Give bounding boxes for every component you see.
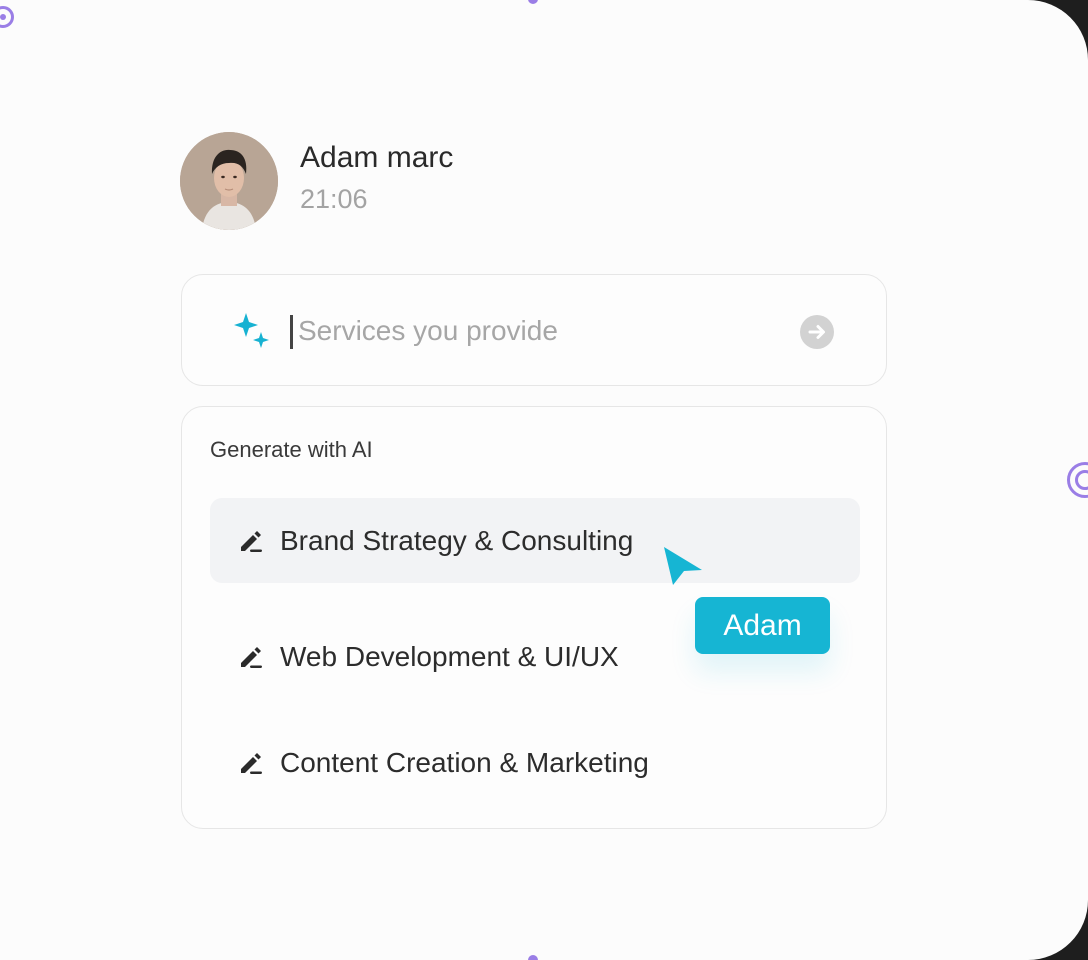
canvas: Adam marc 21:06 Generate with AI Brand S… [0,0,1088,960]
services-input[interactable] [298,309,778,353]
profile-time: 21:06 [300,184,368,214]
selection-handle-bottom[interactable] [528,955,538,960]
services-input-card[interactable] [181,274,887,386]
suggestion-content-creation[interactable]: Content Creation & Marketing [210,720,860,805]
sparkle-icon [234,313,269,348]
suggestion-label: Brand Strategy & Consulting [280,524,634,556]
profile-text: Adam marc 21:06 [300,139,453,217]
profile-name: Adam marc [300,141,454,174]
selection-handle-top[interactable] [528,0,538,4]
suggestion-label: Content Creation & Marketing [280,746,649,778]
profile-header: Adam marc 21:06 [180,132,453,230]
generate-ai-heading: Generate with AI [210,437,373,462]
text-caret [290,315,293,349]
send-button[interactable] [800,315,834,349]
suggestion-brand-strategy[interactable]: Brand Strategy & Consulting [210,498,860,583]
suggestion-label: Web Development & UI/UX [280,640,619,672]
pencil-icon [241,752,262,774]
selection-handle-right[interactable] [1067,462,1088,498]
user-photo-icon [180,132,278,230]
cursor-name-tag: Adam [695,597,830,654]
avatar [180,132,278,230]
pencil-icon [241,530,262,552]
arrow-right-circle-icon [808,325,825,339]
cursor-arrow-icon [664,547,702,585]
selection-handle-top-left[interactable] [0,6,14,28]
pencil-icon [241,646,262,668]
